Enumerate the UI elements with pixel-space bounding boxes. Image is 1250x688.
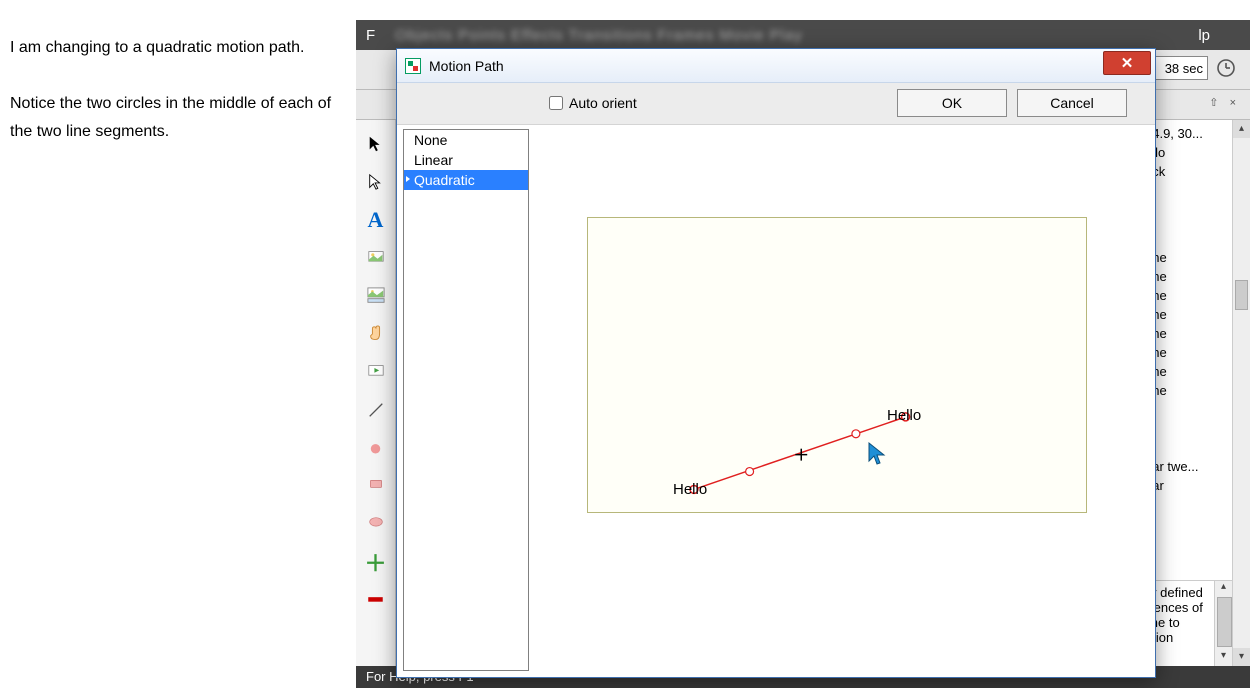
menubar-blurred: Objects Points Effects Transitions Frame… <box>395 27 803 44</box>
add-tool-icon[interactable]: ＋ <box>362 548 390 576</box>
scroll-thumb[interactable] <box>1235 280 1248 310</box>
rect-tool-icon[interactable] <box>362 472 390 500</box>
auto-orient-input[interactable] <box>549 96 563 110</box>
stage-rect <box>587 217 1087 513</box>
stage-text-1[interactable]: Hello <box>673 481 707 498</box>
hand-tool-icon[interactable] <box>362 320 390 348</box>
toolbox: A ● ＋ ━ <box>356 120 396 666</box>
prop-row: ello <box>1145 145 1246 164</box>
time-value: 38 sec <box>1165 61 1203 76</box>
dialog-close-button[interactable]: ✕ <box>1103 51 1151 75</box>
scroll-down-icon[interactable]: ▾ <box>1233 648 1250 666</box>
app-window: F Objects Points Effects Transitions Fra… <box>356 20 1250 688</box>
close-icon: ✕ <box>1121 54 1134 72</box>
scroll-thumb[interactable] <box>1217 597 1232 647</box>
prop-row: one <box>1145 288 1246 307</box>
stage-text-2[interactable]: Hello <box>887 407 921 424</box>
prop-row: ear twe... <box>1145 459 1246 478</box>
note-1: I am changing to a quadratic motion path… <box>10 34 340 62</box>
prop-row: one <box>1145 345 1246 364</box>
prop-row: one <box>1145 364 1246 383</box>
dialog-titlebar[interactable]: Motion Path ✕ <box>397 49 1155 83</box>
scroll-down-icon[interactable]: ▾ <box>1215 650 1232 666</box>
remove-tool-icon[interactable]: ━ <box>362 586 390 614</box>
cancel-button[interactable]: Cancel <box>1017 89 1127 117</box>
dialog-body: None Linear Quadratic <box>403 129 1149 671</box>
line-tool-icon[interactable] <box>362 396 390 424</box>
dialog-title: Motion Path <box>429 58 504 74</box>
list-item-linear[interactable]: Linear <box>404 150 528 170</box>
prop-row: one <box>1145 250 1246 269</box>
prop-row: o <box>1145 440 1246 459</box>
dialog-toolbar: Auto orient OK Cancel <box>397 83 1155 125</box>
mouse-cursor-icon <box>867 441 889 467</box>
ok-button[interactable]: OK <box>897 89 1007 117</box>
path-type-listbox[interactable]: None Linear Quadratic <box>403 129 529 671</box>
app-menubar: F Objects Points Effects Transitions Fra… <box>356 20 1250 50</box>
note-2: Notice the two circles in the middle of … <box>10 90 340 146</box>
prop-row: o <box>1145 231 1246 250</box>
prop-row: ear <box>1145 478 1246 497</box>
list-item-quadratic[interactable]: Quadratic <box>404 170 528 190</box>
dialog-app-icon <box>405 58 421 74</box>
clock-icon <box>1216 58 1236 78</box>
image-tool-icon[interactable] <box>362 244 390 272</box>
preview-canvas[interactable]: Hello Hello <box>533 129 1149 671</box>
circle-tool-icon[interactable]: ● <box>362 434 390 462</box>
prop-row: one <box>1145 269 1246 288</box>
menu-item-file[interactable]: F <box>366 27 375 44</box>
image-area-tool-icon[interactable] <box>362 282 390 310</box>
subselect-tool-icon[interactable] <box>362 168 390 196</box>
prop-row: one <box>1145 307 1246 326</box>
auto-orient-checkbox[interactable]: Auto orient <box>545 93 637 113</box>
prop-row: 54.9, 30... <box>1145 126 1246 145</box>
media-tool-icon[interactable] <box>362 358 390 386</box>
menu-item-help[interactable]: lp <box>1198 27 1210 44</box>
instruction-notes: I am changing to a quadratic motion path… <box>10 34 340 174</box>
list-item-none[interactable]: None <box>404 130 528 150</box>
prop-row: one <box>1145 326 1246 345</box>
prop-row: ack <box>1145 164 1246 183</box>
auto-orient-label: Auto orient <box>569 95 637 111</box>
scroll-up-icon[interactable]: ▴ <box>1215 581 1232 597</box>
scroll-up-icon[interactable]: ▴ <box>1233 120 1250 138</box>
text-tool-icon[interactable]: A <box>362 206 390 234</box>
motion-path-dialog: Motion Path ✕ Auto orient OK Cancel None… <box>396 48 1156 678</box>
properties-panel: 54.9, 30... ello ack o one one one one o… <box>1140 120 1250 666</box>
scrollbar[interactable]: ▴ ▾ <box>1232 120 1250 666</box>
panel-pin-close[interactable]: ⇧ × <box>1209 96 1240 109</box>
ellipse-tool-icon[interactable] <box>362 510 390 538</box>
prop-row: one <box>1145 383 1246 402</box>
pointer-tool-icon[interactable] <box>362 130 390 158</box>
